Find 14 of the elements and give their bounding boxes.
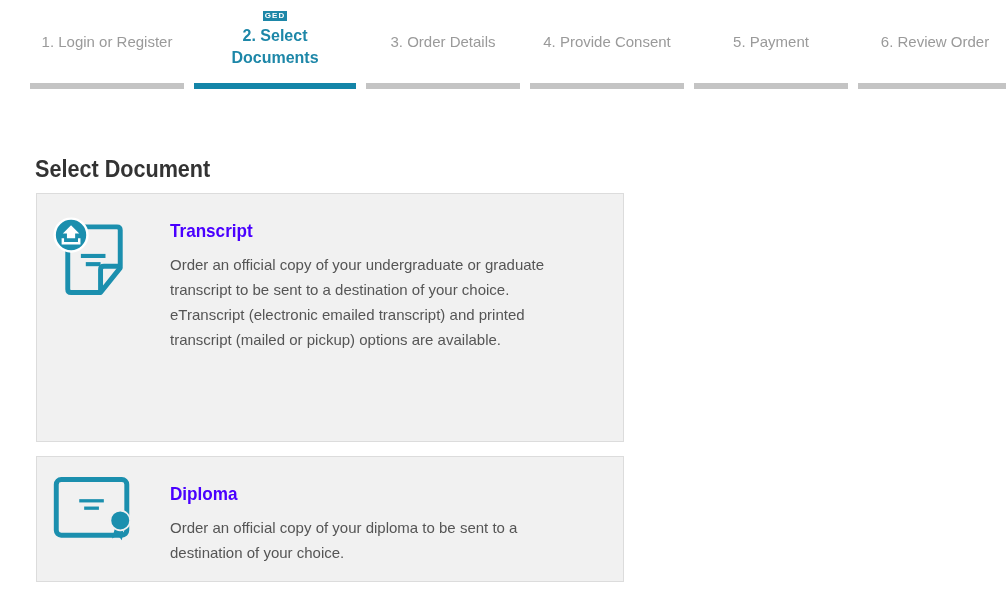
document-card[interactable] xyxy=(36,193,624,442)
document-title[interactable]: Diploma xyxy=(170,483,238,505)
document-description: Order an official copy of your undergraduate or graduate transcript to be sent to a destination of your choice. eTranscript (electronic emailed transcript) and printed transcript (mailed or pickup) options are available. xyxy=(170,255,546,350)
wizard-step[interactable]: 1. Login or Register xyxy=(30,6,184,89)
wizard-step[interactable]: 6. Review Order xyxy=(858,6,1006,89)
document-description: Order an official copy of your diploma to be sent to a destination of your choice. xyxy=(170,518,519,563)
wizard-step[interactable]: 4. Provide Consent xyxy=(530,6,684,89)
document-title[interactable]: Transcript xyxy=(170,220,253,242)
section-heading: Select Document xyxy=(35,155,212,183)
wizard-step[interactable]: 3. Order Details xyxy=(366,6,520,89)
logo: GED xyxy=(262,10,288,21)
document-card[interactable]: Diploma Order an official copy of your diploma to be sent to a destination of your choice. xyxy=(36,456,624,582)
wizard-step[interactable]: 5. Payment xyxy=(694,6,848,89)
wizard-step[interactable]: GED 2. Select Documents xyxy=(194,6,356,89)
